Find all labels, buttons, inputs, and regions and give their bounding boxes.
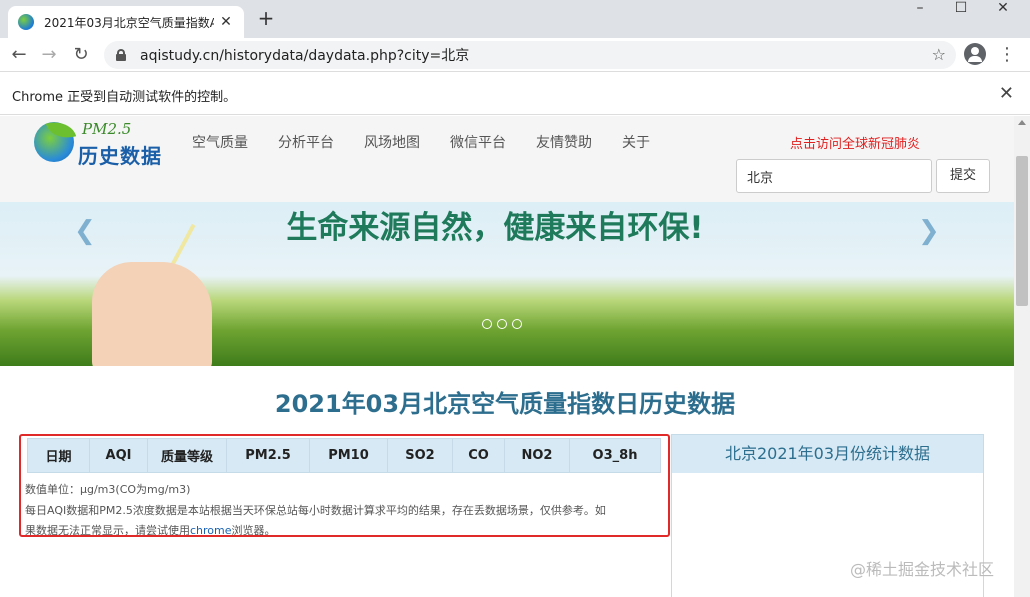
logo-title: 历史数据 [78,144,162,168]
infobar-close-icon[interactable]: ✕ [999,83,1014,104]
page-title: 2021年03月北京空气质量指数日历史数据 [274,390,736,418]
infobar-message: Chrome 正受到自动测试软件的控制。 [12,90,237,105]
site-header: PM2.5 历史数据 空气质量 分析平台 风场地图 微信平台 友情赞助 关于 点… [0,116,1014,202]
site-nav: 空气质量 分析平台 风场地图 微信平台 友情赞助 关于 [192,132,680,152]
banner-prev-icon[interactable]: ❮ [74,216,96,246]
watermark: @稀土掘金技术社区 [850,560,995,579]
tab-title: 2021年03月北京空气质量指数A [44,15,214,30]
browser-tab[interactable]: 2021年03月北京空气质量指数A ✕ [8,6,244,38]
carousel-dot[interactable] [482,319,492,329]
browser-menu-icon[interactable]: ⋮ [998,44,1016,66]
nav-analysis[interactable]: 分析平台 [278,132,334,152]
carousel-dot[interactable] [497,319,507,329]
covid-promo-link[interactable]: 点击访问全球新冠肺炎 [790,133,920,152]
site-logo[interactable]: PM2.5 历史数据 [34,116,174,168]
close-window-icon[interactable]: ✕ [988,0,1018,18]
page-viewport: PM2.5 历史数据 空气质量 分析平台 风场地图 微信平台 友情赞助 关于 点… [0,116,1014,597]
data-disclaimer: 每日AQI数据和PM2.5浓度数据是本站根据当天环保总站每小时数据计算求平均的结… [25,504,606,517]
nav-wind-map[interactable]: 风场地图 [364,132,420,152]
forward-icon[interactable]: → [38,44,60,66]
new-tab-icon[interactable]: + [256,8,276,28]
address-bar[interactable]: aqistudy.cn/historydata/daydata.php?city… [104,41,956,69]
nav-sponsor[interactable]: 友情赞助 [536,132,592,152]
stats-title: 北京2021年03月份统计数据 [672,435,983,473]
automation-infobar: Chrome 正受到自动测试软件的控制。 ✕ [0,73,1030,115]
browser-hint-prefix: 果数据无法正常显示，请尝试使用 [25,524,190,535]
reload-icon[interactable]: ↻ [70,44,92,66]
col-o3-8h: O3_8h [569,438,661,473]
daily-data-panel: 日期 AQI 质量等级 PM2.5 PM10 SO2 CO NO2 O3_8h … [19,434,670,537]
banner-hand-image [92,262,212,366]
url-text: aqistudy.cn/historydata/daydata.php?city… [140,48,470,64]
lock-icon [116,49,126,61]
page-scrollbar[interactable] [1014,116,1030,597]
browser-toolbar: ← → ↻ aqistudy.cn/historydata/daydata.ph… [0,38,1030,72]
col-date: 日期 [27,438,90,473]
submit-button[interactable]: 提交 [936,159,990,193]
col-aqi: AQI [89,438,148,473]
scroll-thumb[interactable] [1016,156,1028,306]
hero-banner: 生命来源自然，健康来自环保! ❮ ❯ [0,202,1014,366]
banner-slogan: 生命来源自然，健康来自环保! [286,210,704,246]
minimize-icon[interactable]: – [905,0,935,18]
banner-next-icon[interactable]: ❯ [918,216,940,246]
carousel-dot[interactable] [512,319,522,329]
chrome-link[interactable]: chrome [190,524,232,535]
profile-avatar-icon[interactable] [964,43,986,65]
carousel-indicators [482,319,527,329]
col-no2: NO2 [504,438,570,473]
logo-subtitle: PM2.5 [82,120,132,138]
col-co: CO [452,438,505,473]
nav-about[interactable]: 关于 [622,132,650,152]
scroll-up-icon[interactable] [1018,120,1026,125]
daily-data-table: 日期 AQI 质量等级 PM2.5 PM10 SO2 CO NO2 O3_8h [27,438,661,473]
bookmark-star-icon[interactable]: ☆ [932,45,946,64]
col-pm25: PM2.5 [226,438,310,473]
col-pm10: PM10 [309,438,388,473]
back-icon[interactable]: ← [8,44,30,66]
col-so2: SO2 [387,438,453,473]
site-favicon-icon [18,14,34,30]
browser-hint: 果数据无法正常显示，请尝试使用chrome浏览器。 [25,522,276,535]
maximize-icon[interactable]: ☐ [946,0,976,18]
unit-note: 数值单位：μg/m3(CO为mg/m3) [25,483,191,496]
tab-bar: 2021年03月北京空气质量指数A ✕ + – ☐ ✕ [0,0,1030,38]
nav-wechat[interactable]: 微信平台 [450,132,506,152]
nav-air-quality[interactable]: 空气质量 [192,132,248,152]
col-quality-level: 质量等级 [147,438,227,473]
close-tab-icon[interactable]: ✕ [218,14,234,30]
table-header-row: 日期 AQI 质量等级 PM2.5 PM10 SO2 CO NO2 O3_8h [27,438,661,473]
city-search-input[interactable] [736,159,932,193]
browser-hint-suffix: 浏览器。 [231,524,276,535]
